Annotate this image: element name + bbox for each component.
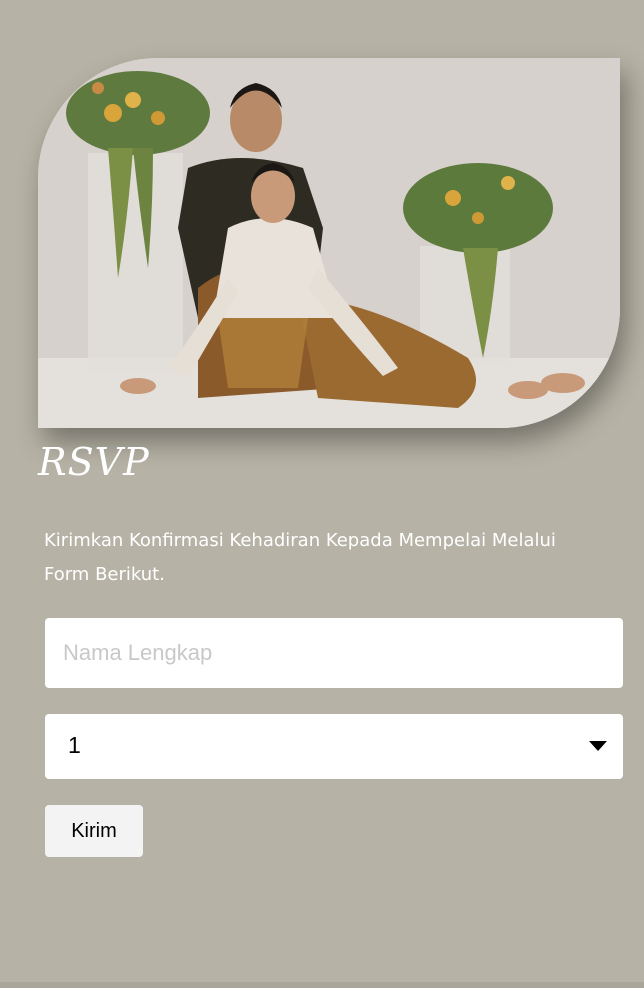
rsvp-intro-text: Kirimkan Konfirmasi Kehadiran Kepada Mem… (44, 530, 556, 585)
bottom-divider (0, 982, 644, 988)
guest-count-select[interactable]: 1 (45, 714, 623, 779)
guest-count-value: 1 (68, 732, 81, 758)
rsvp-heading: RSVP (38, 440, 150, 484)
dropdown-triangle-icon (589, 741, 607, 751)
couple-photo (38, 58, 620, 428)
full-name-input[interactable] (45, 618, 623, 688)
submit-button[interactable]: Kirim (45, 805, 143, 857)
